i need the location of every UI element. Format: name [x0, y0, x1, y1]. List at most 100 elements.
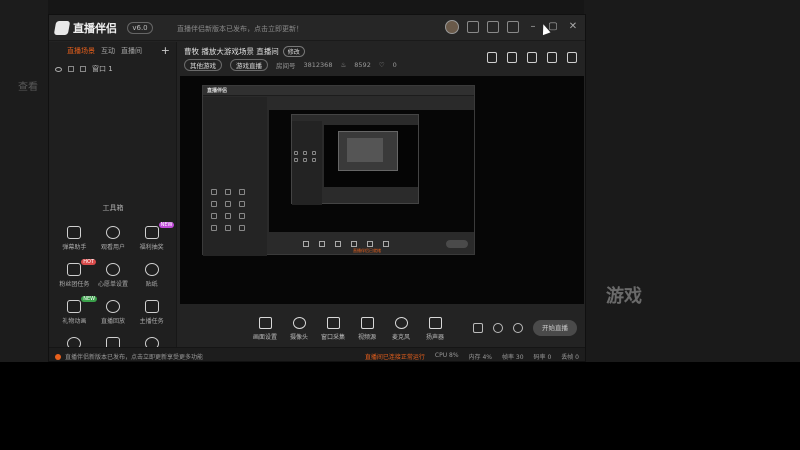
- edit-title-button[interactable]: 修改: [282, 46, 305, 57]
- tool-fan-tasks[interactable]: HOT 粉丝团任务: [55, 259, 97, 288]
- captured-preview: [269, 110, 474, 232]
- lock-icon[interactable]: [507, 52, 517, 63]
- live-type-pill[interactable]: 游戏直播: [230, 59, 268, 71]
- button-label: 摄像头: [289, 333, 308, 341]
- monitor-icon: [258, 316, 272, 329]
- update-notice[interactable]: 直播伴侣新版本已发布，点击立即更新！: [177, 24, 303, 34]
- background-text-game: 游戏: [606, 286, 642, 307]
- tool-viewers[interactable]: 观看用户: [94, 226, 133, 251]
- settings-icon[interactable]: [513, 323, 523, 333]
- window-capture-button[interactable]: 窗口采集: [316, 316, 350, 341]
- bell-icon[interactable]: [547, 52, 557, 63]
- avatar[interactable]: [445, 20, 459, 34]
- clip-icon: [105, 300, 120, 313]
- tool-label: 主播任务: [139, 318, 164, 325]
- captured-tools: [211, 189, 247, 231]
- desktop: 查看 游戏 直播伴侣 v6.0 直播伴侣新版本已发布，点击立即更新！ – ▢ ✕: [0, 0, 800, 450]
- comment-icon: [67, 226, 82, 239]
- likes-count: 0: [392, 61, 397, 69]
- captured-window: 直播伴侣 直播伴侣已就绪: [202, 85, 475, 256]
- lock-toggle-icon[interactable]: [68, 66, 74, 72]
- share-icon[interactable]: [567, 52, 577, 63]
- button-label: 麦克风: [391, 333, 410, 341]
- video-source-button[interactable]: 视频源: [350, 316, 384, 341]
- share-screen-icon[interactable]: [527, 52, 537, 63]
- tool-stickers[interactable]: 贴纸: [132, 263, 171, 288]
- statusbar: 直播伴侣新版本已发布，点击立即更新享受更多功能 直播间已连接正常运行 CPU 8…: [49, 347, 585, 361]
- room-meta: 其他游戏 游戏直播 房间号 3812368 ♨ 8592 ♡ 0: [184, 59, 397, 71]
- button-label: 画面设置: [252, 333, 277, 341]
- logo-icon: [53, 21, 71, 35]
- camera-button[interactable]: 摄像头: [282, 316, 316, 341]
- captured-sidebar: [203, 97, 267, 256]
- app-name: 直播伴侣: [73, 22, 117, 35]
- main-area: 曹牧 播放大游戏场景 直播间 修改 其他游戏 游戏直播 房间号 3812368 …: [178, 42, 585, 347]
- tab-interaction[interactable]: 互动: [101, 46, 115, 56]
- microphone-button[interactable]: 麦克风: [384, 316, 418, 341]
- nested-capture: [338, 131, 398, 171]
- cpu-stat: CPU 8%: [434, 352, 459, 359]
- gift-box-icon: [67, 300, 82, 313]
- screen-settings-button[interactable]: 画面设置: [248, 316, 282, 341]
- fullscreen-icon[interactable]: [487, 52, 497, 63]
- connection-status: 直播间已连接正常运行: [364, 354, 425, 361]
- app-logo: 直播伴侣: [53, 20, 117, 36]
- nested-tools: [294, 151, 318, 162]
- tool-label: 观看用户: [100, 244, 125, 251]
- tab-room[interactable]: 直播间: [121, 46, 142, 56]
- sidebar-tabs: 直播场景 互动 直播间: [49, 42, 177, 60]
- nested-capture-core: [347, 138, 383, 162]
- tool-replay[interactable]: 直播回放: [94, 300, 133, 325]
- cloud-icon: [105, 263, 120, 276]
- statusbar-left[interactable]: 直播伴侣新版本已发布，点击立即更新享受更多功能: [55, 352, 203, 361]
- camera-icon: [292, 316, 306, 329]
- eye-icon[interactable]: [55, 66, 62, 72]
- dropped-frames-stat: 丢帧 0: [561, 354, 579, 361]
- gift-icon: [144, 226, 159, 239]
- new-badge: NEW: [158, 222, 175, 228]
- shirt-icon[interactable]: [507, 21, 519, 33]
- bitrate-stat: 码率 0: [533, 354, 552, 361]
- record-icon[interactable]: [473, 323, 483, 333]
- button-label: 视频源: [357, 333, 376, 341]
- bottom-right-controls: 开始直播: [473, 320, 577, 336]
- close-icon[interactable]: ✕: [567, 21, 579, 33]
- live-preview[interactable]: 直播伴侣 直播伴侣已就绪: [180, 76, 584, 304]
- lock-icon[interactable]: [487, 21, 499, 33]
- background-text-view: 查看: [18, 82, 38, 93]
- timer-icon[interactable]: [493, 323, 503, 333]
- add-scene-button[interactable]: +: [161, 44, 170, 57]
- room-title: 曹牧 播放大游戏场景 直播间: [184, 47, 279, 56]
- bottom-toolbar: 画面设置 摄像头 窗口采集 视频源 麦克风 扬声器 开始直播: [178, 310, 585, 347]
- category-pill[interactable]: 其他游戏: [184, 59, 222, 71]
- user-icon: [105, 226, 120, 239]
- tool-gift-animation[interactable]: NEW 礼物动画: [55, 296, 98, 325]
- tab-scenes[interactable]: 直播场景: [67, 46, 95, 56]
- tool-lottery[interactable]: NEW 福利抽奖: [132, 222, 175, 251]
- tool-label: 礼物动画: [62, 318, 87, 325]
- fans-count: 8592: [354, 61, 371, 69]
- start-live-button[interactable]: 开始直播: [533, 320, 577, 336]
- version-badge[interactable]: v6.0: [127, 22, 153, 34]
- tool-wishlist[interactable]: 心愿单设置: [94, 263, 133, 288]
- speaker-icon: [428, 316, 442, 329]
- statusbar-message: 直播伴侣新版本已发布，点击立即更新享受更多功能: [65, 354, 204, 361]
- tool-host-tasks[interactable]: 主播任务: [132, 300, 171, 325]
- button-label: 扬声器: [425, 333, 444, 341]
- mic-icon: [394, 316, 408, 329]
- room-title-row: 曹牧 播放大游戏场景 直播间 修改: [184, 46, 305, 57]
- speaker-button[interactable]: 扬声器: [418, 316, 452, 341]
- like-icon: ♡: [378, 61, 385, 69]
- captured-nested-window: [291, 114, 419, 205]
- button-label: 窗口采集: [320, 333, 345, 341]
- task-icon: [144, 300, 159, 313]
- tool-comment-helper[interactable]: 弹幕助手: [55, 226, 94, 251]
- window-icon: [326, 316, 340, 329]
- minimize-icon[interactable]: –: [527, 21, 539, 33]
- tool-label: 粉丝团任务: [59, 281, 90, 288]
- live-icon[interactable]: [467, 21, 479, 33]
- statusbar-right: 直播间已连接正常运行 CPU 8% 内存 4% 帧率 30 码率 0 丢帧 0: [365, 352, 579, 361]
- scene-item[interactable]: 窗口 1: [55, 64, 113, 74]
- fire-icon: ♨: [340, 61, 347, 69]
- captured-logo: 直播伴侣: [207, 88, 228, 94]
